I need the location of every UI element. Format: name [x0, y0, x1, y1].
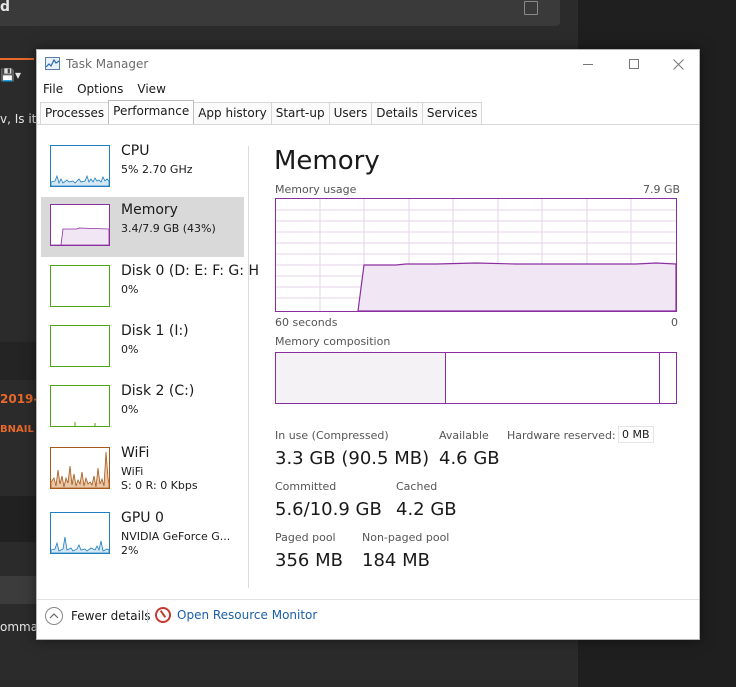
committed-label: Committed — [275, 480, 337, 493]
background-thumbnail-fragment: BNAIL — [0, 424, 34, 435]
maximize-icon — [629, 59, 639, 69]
document-icon[interactable] — [524, 1, 538, 15]
task-manager-app-icon — [45, 57, 60, 70]
sidebar-item-gpu-0[interactable]: GPU 0 NVIDIA GeForce G... 2% — [41, 505, 244, 565]
background-date-fragment: 2019- — [0, 392, 39, 406]
sidebar-item-label: CPU — [121, 143, 150, 159]
time-axis-left: 60 seconds — [275, 316, 338, 329]
composition-modified — [659, 353, 660, 403]
sidebar-item-detail: 3.4/7.9 GB (43%) — [121, 222, 216, 235]
open-resource-monitor-link[interactable]: Open Resource Monitor — [155, 607, 317, 623]
cached-label: Cached — [396, 480, 438, 493]
tab-services[interactable]: Services — [421, 102, 483, 124]
tab-users[interactable]: Users — [328, 102, 373, 124]
sidebar-item-label: Memory — [121, 202, 178, 218]
sidebar-item-label: Disk 0 (D: E: F: G: H — [121, 263, 259, 279]
committed-value: 5.6/10.9 GB — [275, 499, 382, 520]
fewer-details-button[interactable]: Fewer details — [45, 607, 151, 625]
memory-usage-area — [357, 262, 677, 312]
close-icon — [672, 58, 684, 70]
title-bar[interactable]: Task Manager — [37, 50, 699, 78]
sidebar-item-wifi[interactable]: WiFi WiFi S: 0 R: 0 Kbps — [41, 440, 244, 500]
background-title-fragment: d — [0, 0, 11, 15]
tab-performance[interactable]: Performance — [108, 100, 195, 124]
fewer-details-label: Fewer details — [71, 609, 151, 623]
tab-details[interactable]: Details — [371, 102, 423, 124]
memory-thumbnail-graph — [50, 204, 110, 246]
paged-pool-label: Paged pool — [275, 531, 336, 544]
resource-monitor-label: Open Resource Monitor — [177, 608, 318, 622]
time-axis-right: 0 — [671, 316, 678, 329]
non-paged-pool-value: 184 MB — [362, 550, 430, 571]
composition-in-use — [276, 353, 446, 403]
save-dropdown-icon[interactable]: 💾▾ — [0, 68, 21, 82]
sidebar-item-detail-2: S: 0 R: 0 Kbps — [121, 479, 198, 492]
memory-usage-graph — [275, 198, 677, 312]
minimize-icon — [583, 63, 593, 65]
footer-separator — [147, 609, 148, 623]
sidebar-item-label: GPU 0 — [121, 510, 164, 526]
sidebar-item-detail: WiFi — [121, 465, 144, 478]
close-button[interactable] — [655, 50, 701, 78]
paged-pool-value: 356 MB — [275, 550, 343, 571]
available-value: 4.6 GB — [439, 448, 500, 469]
disk-0-thumbnail-graph — [50, 265, 110, 307]
background-active-underline — [0, 58, 34, 60]
tab-start-up[interactable]: Start-up — [270, 102, 330, 124]
tab-divider — [37, 124, 699, 125]
sidebar-item-detail: 0% — [121, 283, 139, 296]
background-band — [0, 496, 36, 542]
background-block — [0, 342, 36, 380]
minimize-button[interactable] — [565, 50, 611, 78]
background-search-bar[interactable] — [0, 0, 560, 26]
disk-1-thumbnail-graph — [50, 325, 110, 367]
in-use-value: 3.3 GB (90.5 MB) — [275, 448, 430, 469]
sidebar-item-label: WiFi — [121, 445, 150, 461]
sidebar-item-cpu[interactable]: CPU 5% 2.70 GHz — [41, 138, 244, 198]
disk-2-thumbnail-graph — [50, 385, 110, 427]
sidebar-item-label: Disk 1 (I:) — [121, 323, 189, 339]
sidebar-item-detail: 5% 2.70 GHz — [121, 163, 193, 176]
sidebar-item-memory[interactable]: Memory 3.4/7.9 GB (43%) — [41, 197, 244, 257]
resource-monitor-icon — [155, 607, 171, 623]
memory-composition-label: Memory composition — [275, 335, 391, 348]
tab-bar: Processes Performance App history Start-… — [40, 100, 483, 124]
in-use-label: In use (Compressed) — [275, 429, 389, 442]
sidebar-item-disk-1[interactable]: Disk 1 (I:) 0% — [41, 318, 244, 378]
wifi-thumbnail-graph — [50, 447, 110, 489]
sidebar-item-disk-2[interactable]: Disk 2 (C:) 0% — [41, 378, 244, 438]
tab-app-history[interactable]: App history — [193, 102, 272, 124]
available-label: Available — [439, 429, 489, 442]
menu-file[interactable]: File — [37, 80, 69, 100]
page-title: Memory — [274, 146, 380, 176]
memory-usage-max: 7.9 GB — [643, 183, 681, 196]
sidebar-item-detail: 0% — [121, 343, 139, 356]
sidebar-item-label: Disk 2 (C:) — [121, 383, 195, 399]
maximize-button[interactable] — [611, 50, 657, 78]
window-title: Task Manager — [66, 57, 149, 71]
sidebar-item-disk-0[interactable]: Disk 0 (D: E: F: G: H 0% — [41, 258, 259, 318]
footer-divider — [37, 599, 699, 600]
menu-view[interactable]: View — [131, 80, 171, 100]
sidebar-divider — [248, 146, 249, 588]
background-command-fragment: omma — [0, 620, 39, 634]
memory-usage-label: Memory usage — [275, 183, 357, 196]
memory-composition-bar — [275, 352, 677, 404]
hardware-reserved-value: 0 MB — [618, 426, 654, 443]
sidebar-item-detail-2: 2% — [121, 544, 139, 557]
task-manager-window: Task Manager File Options View Processes… — [36, 49, 700, 640]
non-paged-pool-label: Non-paged pool — [362, 531, 450, 544]
menu-bar: File Options View — [37, 80, 174, 100]
background-text-fragment: v, Is it — [0, 112, 37, 126]
sidebar-item-detail: 0% — [121, 403, 139, 416]
sidebar-item-detail: NVIDIA GeForce G... — [121, 530, 231, 543]
tab-processes[interactable]: Processes — [40, 102, 110, 124]
memory-usage-svg — [276, 199, 677, 312]
menu-options[interactable]: Options — [71, 80, 129, 100]
cpu-thumbnail-graph — [50, 145, 110, 187]
chevron-up-icon — [45, 607, 63, 625]
gpu-0-thumbnail-graph — [50, 512, 110, 554]
hardware-reserved-label: Hardware reserved: — [507, 429, 616, 442]
cached-value: 4.2 GB — [396, 499, 457, 520]
